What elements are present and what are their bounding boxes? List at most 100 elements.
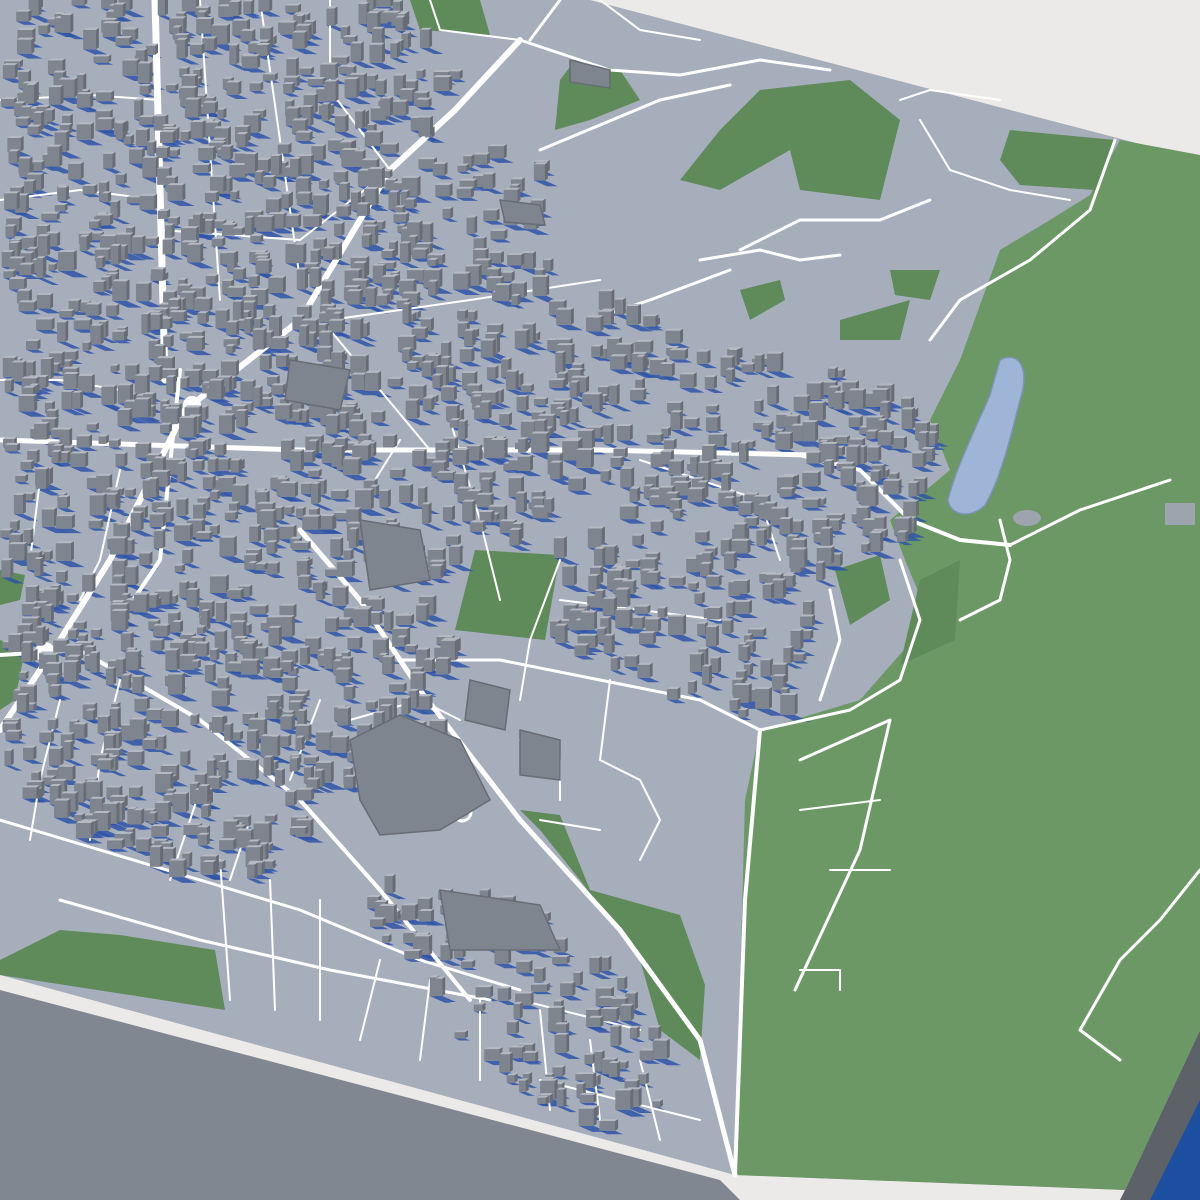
building-side [245, 132, 249, 148]
building-roof [377, 260, 397, 263]
building-face [134, 399, 149, 418]
building-side [576, 380, 580, 398]
building-side [680, 459, 684, 475]
building-face [224, 512, 236, 520]
building-side [28, 9, 32, 22]
building-face [18, 396, 35, 412]
building-roof [361, 158, 380, 161]
building-side [236, 320, 240, 335]
building-face [663, 440, 674, 450]
building-face [197, 313, 206, 324]
building-roof [18, 300, 37, 303]
building-face [495, 285, 509, 302]
building-side [408, 302, 412, 324]
building-face [190, 44, 202, 55]
building-side [616, 383, 620, 405]
building-side [723, 432, 727, 447]
building-side [50, 357, 54, 379]
building-face [110, 245, 119, 265]
building-roof [268, 275, 286, 278]
building-face [877, 432, 891, 446]
building-face [883, 480, 899, 495]
building-side [59, 144, 63, 167]
building-side [323, 478, 327, 495]
building-face [901, 398, 912, 409]
building-face [129, 149, 142, 164]
building-roof [776, 475, 796, 478]
building-side [430, 317, 434, 331]
building-side [370, 488, 374, 510]
building-roof [350, 255, 370, 258]
building-roof [95, 109, 113, 112]
building-face [401, 349, 410, 362]
building-roof [279, 481, 298, 484]
building-face [95, 257, 103, 269]
building-side [221, 378, 225, 400]
building-face [228, 1, 239, 16]
building-side [344, 436, 348, 452]
building-side [270, 26, 274, 48]
building-roof [537, 413, 557, 416]
building-side [100, 323, 104, 345]
building-side [795, 474, 799, 486]
building-side [103, 493, 107, 516]
building-side [362, 109, 366, 129]
building-side [610, 423, 614, 444]
building-side [286, 353, 290, 367]
building-face [18, 158, 30, 174]
building-roof [426, 253, 446, 256]
building-face [383, 435, 395, 448]
building-face [310, 483, 318, 504]
building-side [497, 331, 501, 354]
building-face [20, 461, 32, 470]
building-face [284, 507, 292, 515]
building-side [707, 349, 711, 364]
building-roof [379, 142, 399, 145]
building-face [610, 457, 621, 467]
building-side [488, 400, 492, 420]
building-side [235, 359, 239, 377]
building-face [629, 488, 638, 502]
building-roof [99, 234, 118, 237]
building-roof [708, 432, 727, 435]
building-side [600, 425, 604, 439]
building-side [173, 375, 177, 394]
building-side [525, 437, 529, 453]
building-face [204, 192, 217, 202]
building-side [705, 480, 709, 499]
building-face [490, 230, 505, 240]
building-roof [330, 488, 349, 491]
building-side [348, 204, 352, 217]
building-side [20, 135, 24, 152]
building-side [693, 372, 697, 388]
building-side [334, 6, 338, 26]
building-roof [866, 415, 885, 418]
building-face [445, 406, 457, 421]
building-side [164, 0, 168, 16]
building-side [116, 303, 120, 317]
building-side [193, 415, 197, 438]
building-face [293, 244, 304, 264]
building-face [761, 425, 769, 439]
building-side [212, 475, 216, 489]
building-side [67, 450, 71, 463]
building-side [417, 291, 421, 307]
building-side [768, 423, 772, 439]
building-face [157, 210, 168, 219]
building-face [453, 273, 468, 290]
building-side [91, 373, 95, 393]
building-side [386, 293, 390, 306]
building-side [504, 437, 508, 459]
building-face [479, 511, 492, 522]
building-face [867, 447, 879, 462]
building-roof [151, 500, 171, 503]
building-face [73, 320, 90, 330]
building-side [708, 460, 712, 482]
building-face [176, 39, 185, 59]
building-side [263, 327, 267, 350]
building-side [185, 497, 189, 516]
building-roof [453, 271, 471, 274]
building-face [187, 244, 201, 263]
building-face [140, 463, 151, 478]
building-face [151, 269, 163, 281]
